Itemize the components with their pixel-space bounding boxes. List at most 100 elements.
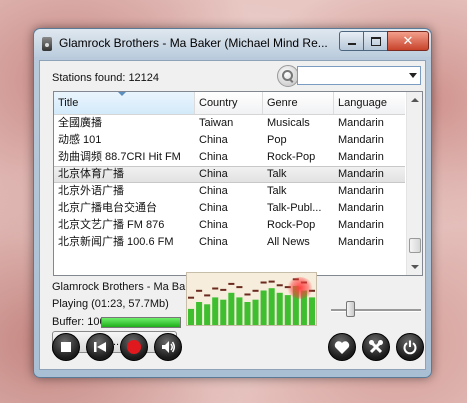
spectrum-peak: [196, 289, 203, 292]
spectrum-bar: [268, 288, 275, 325]
cell-title: 北京广播电台交通台: [58, 202, 157, 214]
cell-title: 动感 101: [58, 134, 102, 146]
stations-table[interactable]: Title Country Genre Language 全國廣播 Taiwan…: [53, 91, 423, 276]
column-header-language[interactable]: Language: [334, 92, 405, 114]
spectrum-visualizer: [186, 272, 317, 326]
cell-country: Taiwan: [199, 117, 234, 129]
cell-title: 劲曲调频 88.7CRI Hit FM: [58, 151, 181, 163]
spectrum-bar: [188, 308, 195, 325]
spectrum-bar: [228, 292, 235, 325]
power-button[interactable]: [396, 333, 424, 361]
previous-button[interactable]: [86, 333, 114, 361]
table-row-selected[interactable]: 北京体育广播 China Talk Mandarin: [54, 166, 405, 183]
cell-title: 全國廣播: [58, 117, 102, 129]
cell-country: China: [199, 151, 228, 163]
scroll-up-icon[interactable]: [411, 98, 419, 102]
record-icon: [127, 340, 141, 354]
minimize-button[interactable]: [339, 31, 364, 51]
spectrum-bar: [212, 297, 219, 325]
scroll-down-icon[interactable]: [411, 265, 419, 269]
spectrum-bar: [252, 299, 259, 325]
column-header-country[interactable]: Country: [195, 92, 263, 114]
spectrum-bar: [204, 304, 211, 325]
table-row[interactable]: 北京外语广播 China Talk Mandarin: [54, 183, 405, 200]
playing-status: Playing (01:23, 57.7Mb): [52, 298, 169, 310]
cell-language: Mandarin: [338, 219, 384, 231]
spectrum-peak: [188, 296, 195, 299]
column-header-country-label: Country: [199, 97, 238, 109]
cell-language: Mandarin: [338, 134, 384, 146]
spectrum-bar: [196, 302, 203, 325]
cell-title: 北京体育广播: [58, 168, 124, 180]
maximize-button[interactable]: [363, 31, 388, 51]
spectrum-bar: [308, 297, 315, 325]
close-button[interactable]: ✕: [387, 31, 429, 51]
chevron-down-icon[interactable]: [409, 73, 417, 78]
column-header-genre[interactable]: Genre: [263, 92, 334, 114]
stop-button[interactable]: [52, 333, 80, 361]
cell-country: China: [199, 134, 228, 146]
cell-genre: Musicals: [267, 117, 310, 129]
spectrum-peak: [268, 280, 275, 283]
spectrum-bar: [284, 295, 291, 325]
heart-icon: [334, 340, 350, 354]
cell-language: Mandarin: [338, 236, 384, 248]
sort-arrow-icon: [118, 92, 126, 96]
buffer-progress-bar: [101, 317, 181, 328]
cell-genre: Rock-Pop: [267, 151, 316, 163]
cell-language: Mandarin: [338, 202, 384, 214]
vertical-scrollbar[interactable]: [406, 92, 422, 275]
table-row[interactable]: 劲曲调频 88.7CRI Hit FM China Rock-Pop Manda…: [54, 149, 405, 166]
table-row[interactable]: 北京文艺广播 FM 876 China Rock-Pop Mandarin: [54, 217, 405, 234]
cell-country: China: [199, 168, 228, 180]
spectrum-bar: [236, 297, 243, 325]
spectrum-peak: [252, 289, 259, 292]
table-row[interactable]: 全國廣播 Taiwan Musicals Mandarin: [54, 115, 405, 132]
cell-title: 北京外语广播: [58, 185, 124, 197]
cell-country: China: [199, 185, 228, 197]
main-panel: Stations found: 12124 Title Country Genr…: [39, 60, 426, 370]
tools-icon: [369, 340, 383, 354]
search-icon[interactable]: [277, 65, 299, 87]
cell-genre: Talk: [267, 168, 287, 180]
search-combobox[interactable]: [297, 66, 421, 85]
window-title: Glamrock Brothers - Ma Baker (Michael Mi…: [59, 36, 328, 50]
cell-language: Mandarin: [338, 117, 384, 129]
volume-slider-track[interactable]: [331, 309, 421, 312]
maximize-icon: [370, 36, 381, 46]
scrollbar-thumb[interactable]: [409, 238, 421, 253]
table-row[interactable]: 动感 101 China Pop Mandarin: [54, 132, 405, 149]
minimize-icon: [347, 43, 356, 45]
cell-language: Mandarin: [338, 185, 384, 197]
volume-slider-thumb[interactable]: [345, 301, 355, 317]
volume-button[interactable]: [154, 333, 182, 361]
column-header-title[interactable]: Title: [54, 92, 195, 114]
table-row[interactable]: 北京广播电台交通台 China Talk-Publ... Mandarin: [54, 200, 405, 217]
buffer-progress-fill: [102, 318, 180, 327]
table-row[interactable]: 北京新闻广播 100.6 FM China All News Mandarin: [54, 234, 405, 251]
search-handle: [288, 78, 294, 83]
favorite-button[interactable]: [328, 333, 356, 361]
column-header-genre-label: Genre: [267, 97, 298, 109]
column-header-title-label: Title: [58, 97, 79, 109]
spectrum-peak: [236, 286, 243, 289]
cell-country: China: [199, 236, 228, 248]
radio-app-icon: [42, 37, 52, 51]
stations-found-label: Stations found: 12124: [52, 72, 160, 84]
title-bar[interactable]: Glamrock Brothers - Ma Baker (Michael Mi…: [34, 29, 431, 57]
spectrum-peak: [244, 293, 251, 296]
settings-button[interactable]: [362, 333, 390, 361]
spectrum-peak: [212, 287, 219, 290]
stop-icon: [61, 342, 71, 352]
spectrum-peak: [228, 282, 235, 285]
spectrum-peak: [220, 288, 227, 291]
cell-title: 北京文艺广播 FM 876: [58, 219, 165, 231]
cell-country: China: [199, 202, 228, 214]
cell-title: 北京新闻广播 100.6 FM: [58, 236, 174, 248]
cell-genre: Rock-Pop: [267, 219, 316, 231]
spectrum-peak: [276, 284, 283, 287]
spectrum-bar: [260, 290, 267, 325]
spectrum-bar: [244, 302, 251, 325]
record-button[interactable]: [120, 333, 148, 361]
spectrum-peak: [260, 281, 267, 284]
